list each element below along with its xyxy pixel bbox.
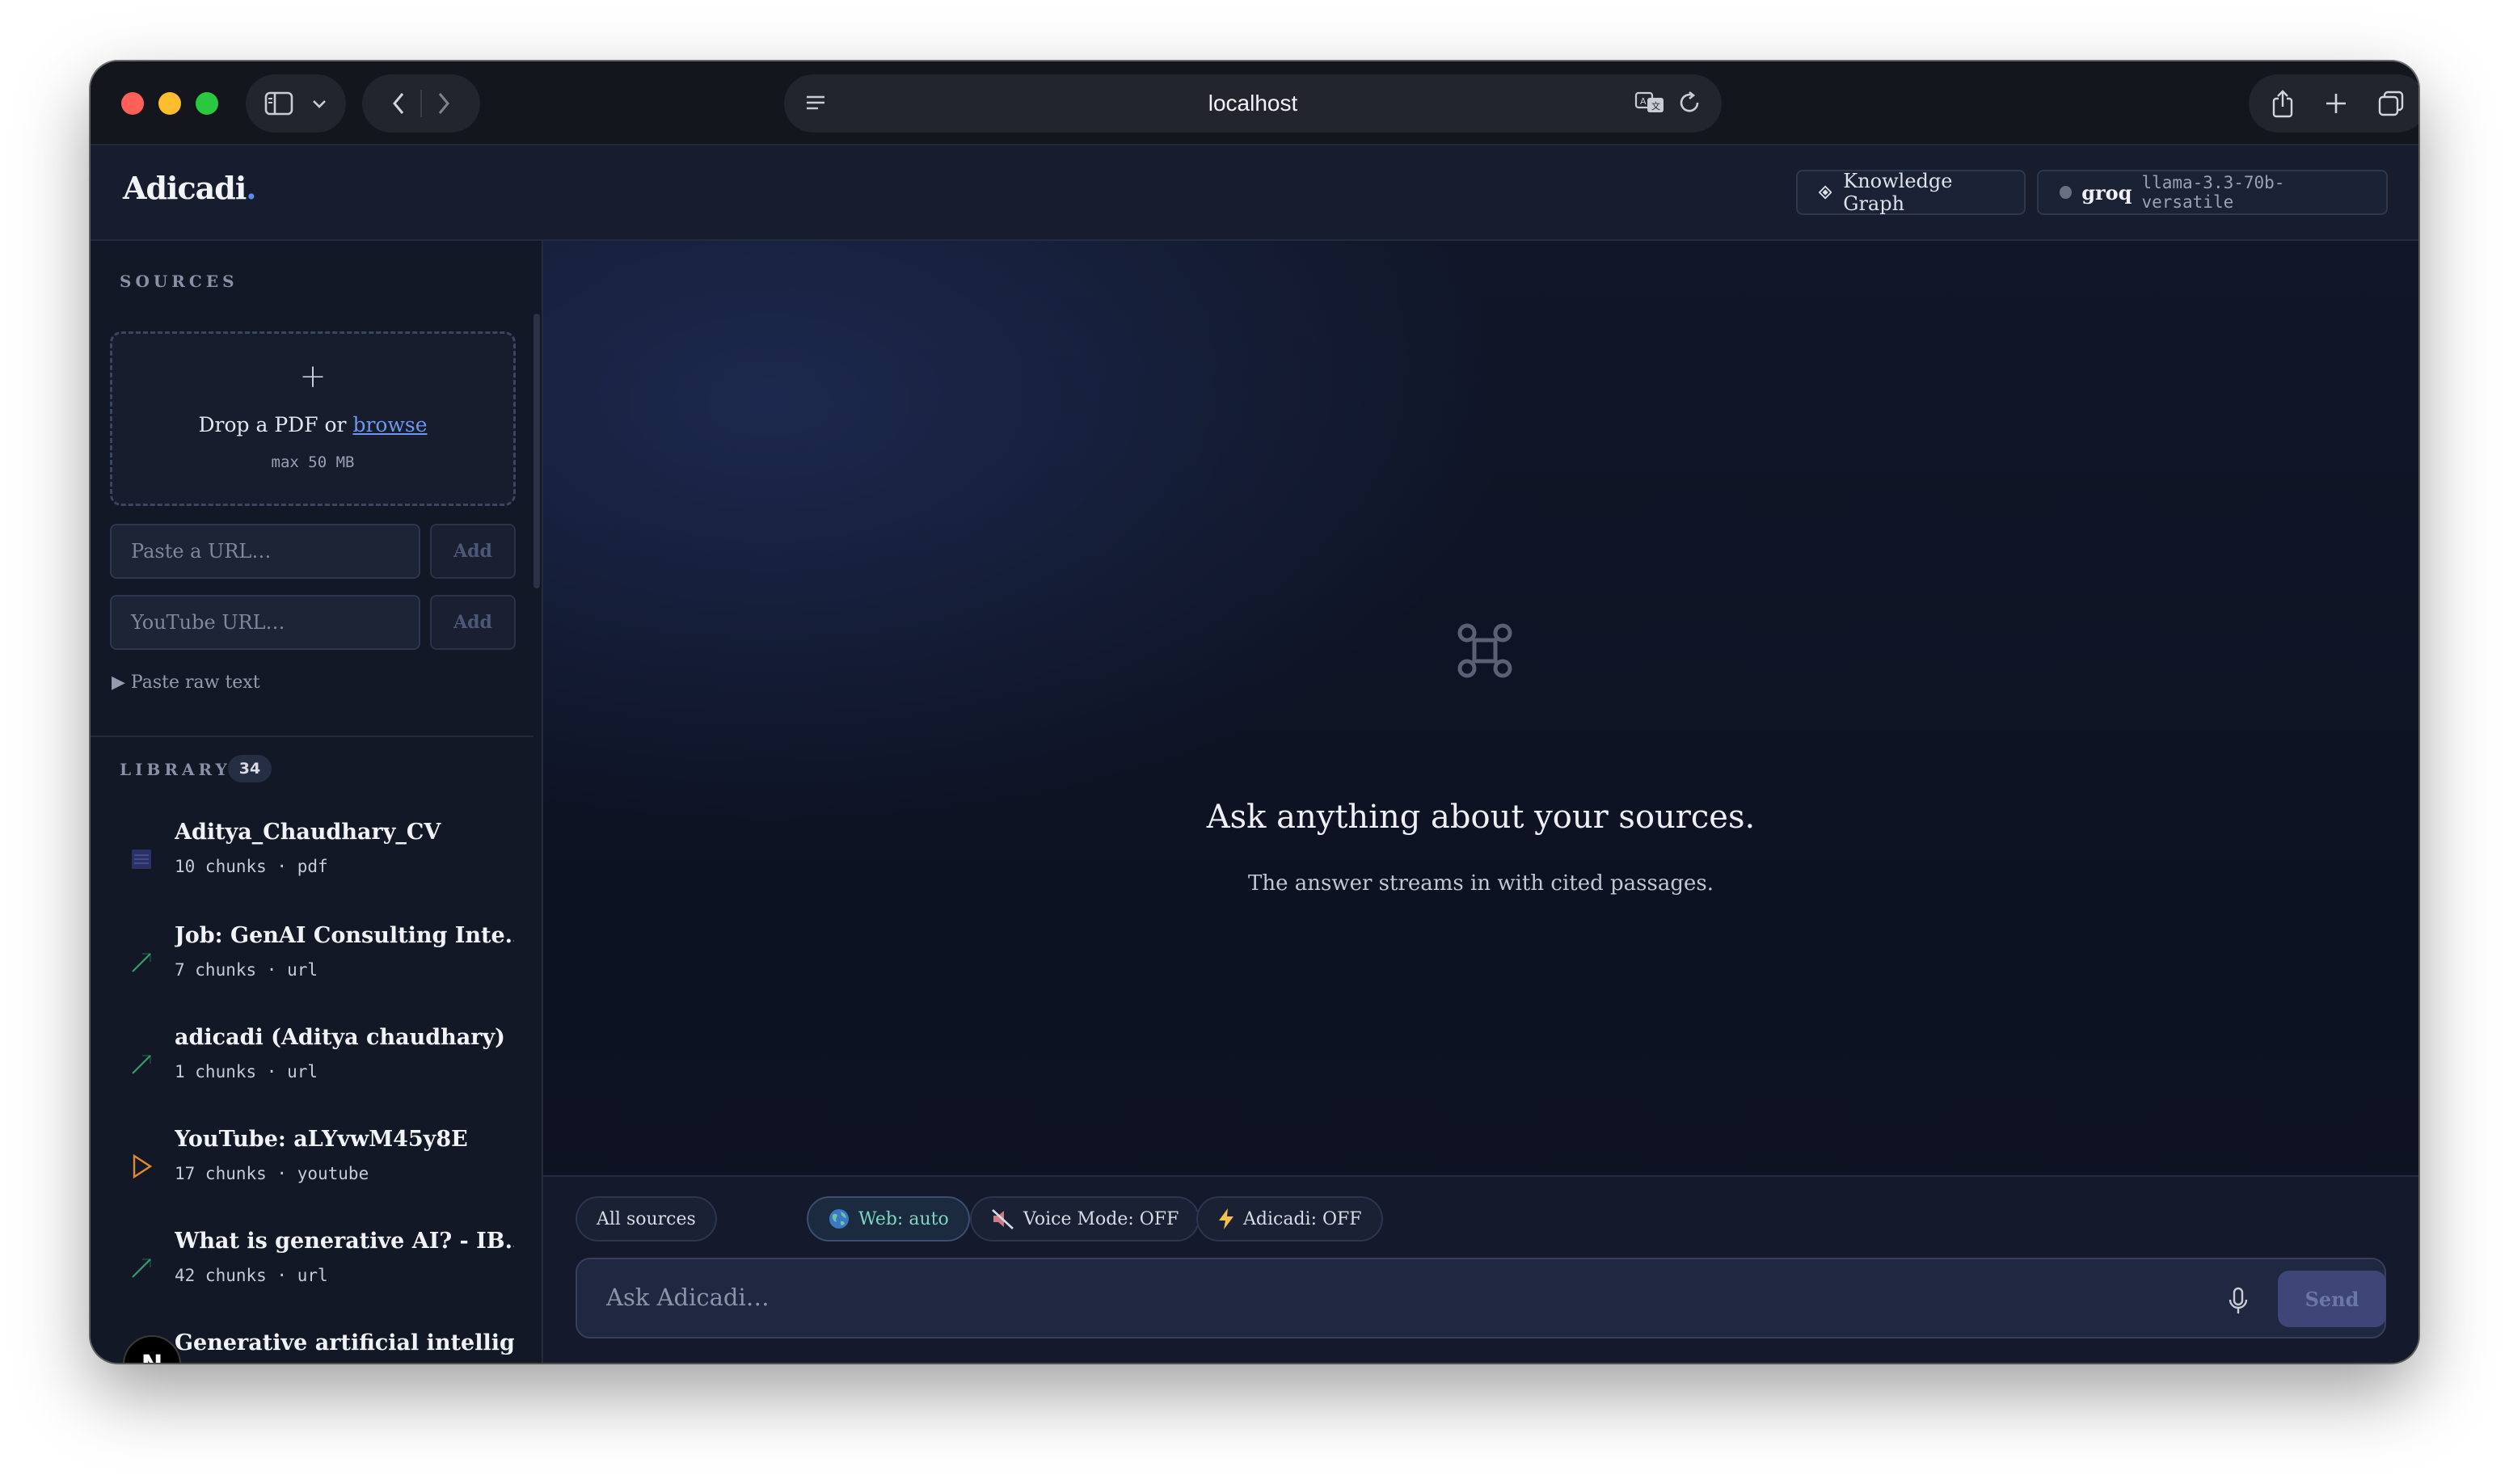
pdf-dropzone[interactable]: + Drop a PDF or browse max 50 MB xyxy=(110,331,516,506)
url-text: localhost xyxy=(1208,91,1298,116)
play-icon xyxy=(133,1153,153,1179)
library-item-meta: 7 chunks · url xyxy=(175,960,318,980)
ask-input[interactable]: Ask Adicadi… Send xyxy=(576,1258,2386,1339)
browser-toolbar: localhost A文 xyxy=(91,61,2418,145)
share-icon[interactable] xyxy=(2271,89,2295,118)
link-icon xyxy=(132,1055,151,1074)
link-icon xyxy=(132,953,151,972)
logo-text: Adicadi xyxy=(123,170,247,206)
library-item-title: Aditya_Chaudhary_CV xyxy=(175,820,441,845)
minimize-window-button[interactable] xyxy=(158,92,181,115)
maximize-window-button[interactable] xyxy=(196,92,218,115)
library-item[interactable]: Job: GenAI Consulting Inte… 7 chunks · u… xyxy=(120,923,524,1012)
add-url-button[interactable]: Add xyxy=(430,524,516,579)
link-icon xyxy=(132,1258,151,1278)
sources-sidebar: SOURCES + Drop a PDF or browse max 50 MB… xyxy=(91,241,543,1363)
library-item-meta: 17 chunks · youtube xyxy=(175,1164,369,1183)
file-size-limit: max 50 MB xyxy=(271,453,355,471)
voice-mode-label: Voice Mode: OFF xyxy=(1023,1208,1179,1229)
sidebar-divider xyxy=(91,736,533,737)
library-item-title: Generative artificial intellig… xyxy=(175,1330,514,1355)
web-mode-label: Web: auto xyxy=(858,1208,949,1229)
model-selector[interactable]: groq llama-3.3-70b-versatile xyxy=(2037,170,2388,215)
send-button[interactable]: Send xyxy=(2278,1271,2386,1327)
logo-dot: . xyxy=(246,170,256,206)
app-logo[interactable]: Adicadi. xyxy=(123,170,257,206)
model-status-dot xyxy=(2060,186,2073,199)
empty-state-title: Ask anything about your sources. xyxy=(1206,799,1756,836)
ask-placeholder: Ask Adicadi… xyxy=(606,1284,770,1311)
library-item-title: What is generative AI? - IB… xyxy=(175,1229,514,1254)
model-provider: groq xyxy=(2081,180,2132,204)
sidebar-toggle-button[interactable] xyxy=(246,74,346,133)
all-sources-chip[interactable]: All sources xyxy=(576,1196,717,1242)
library-item-title: Job: GenAI Consulting Inte… xyxy=(175,923,514,948)
svg-text:A: A xyxy=(1640,96,1647,107)
library-item[interactable]: YouTube: aLYvwM45y8E 17 chunks · youtube xyxy=(120,1127,524,1216)
tab-overview-icon[interactable] xyxy=(2377,90,2405,117)
add-youtube-button[interactable]: Add xyxy=(430,595,516,650)
close-window-button[interactable] xyxy=(121,92,144,115)
library-item-title: adicadi (Aditya chaudhary) … xyxy=(175,1025,514,1050)
youtube-url-input[interactable]: YouTube URL… xyxy=(110,595,420,650)
translate-icon[interactable]: A文 xyxy=(1634,90,1665,116)
library-item-meta: 10 chunks · pdf xyxy=(175,857,328,876)
back-icon[interactable] xyxy=(391,91,406,116)
plus-icon: + xyxy=(299,358,327,395)
sidebar-scrollbar[interactable] xyxy=(533,314,540,588)
adicadi-mode-chip[interactable]: Adicadi: OFF xyxy=(1196,1196,1383,1242)
new-tab-icon[interactable] xyxy=(2324,91,2348,116)
web-mode-chip[interactable]: Web: auto xyxy=(807,1196,970,1242)
lightning-icon xyxy=(1219,1208,1233,1229)
microphone-icon[interactable] xyxy=(2226,1287,2250,1316)
composer: All sources Web: auto Voice Mode: OFF Ad… xyxy=(543,1175,2418,1363)
nav-divider xyxy=(420,90,422,117)
empty-state-subtitle: The answer streams in with cited passage… xyxy=(1248,871,1714,896)
chevron-down-icon xyxy=(313,100,326,108)
page-menu-icon[interactable] xyxy=(803,91,828,115)
url-input[interactable]: Paste a URL… xyxy=(110,524,420,579)
chat-main: Ask anything about your sources. The ans… xyxy=(543,241,2418,1363)
svg-text:文: 文 xyxy=(1651,100,1660,112)
model-name: llama-3.3-70b-versatile xyxy=(2141,173,2285,212)
forward-icon[interactable] xyxy=(436,91,451,116)
sources-heading: SOURCES xyxy=(120,272,238,291)
paste-raw-text-toggle[interactable]: ▶ Paste raw text xyxy=(112,672,260,693)
library-heading: LIBRARY xyxy=(120,760,231,779)
reload-icon[interactable] xyxy=(1678,90,1702,116)
pdf-icon xyxy=(132,850,151,869)
browser-actions xyxy=(2249,74,2418,133)
library-item[interactable]: Aditya_Chaudhary_CV 10 chunks · pdf xyxy=(120,820,524,909)
library-item[interactable]: What is generative AI? - IB… 42 chunks ·… xyxy=(120,1229,524,1317)
library-item-meta: 1 chunks · url xyxy=(175,1062,318,1081)
knowledge-graph-button[interactable]: Knowledge Graph xyxy=(1796,170,2026,215)
address-bar[interactable]: localhost A文 xyxy=(784,74,1722,133)
voice-mode-chip[interactable]: Voice Mode: OFF xyxy=(970,1196,1200,1242)
library-item-meta: 42 chunks · url xyxy=(175,1266,328,1285)
adicadi-mode-label: Adicadi: OFF xyxy=(1243,1208,1362,1229)
all-sources-label: All sources xyxy=(597,1208,696,1229)
app-header: Adicadi. Knowledge Graph groq llama-3.3-… xyxy=(91,145,2418,241)
browse-link[interactable]: browse xyxy=(352,413,427,436)
knowledge-graph-label: Knowledge Graph xyxy=(1843,170,1953,215)
navigation-buttons xyxy=(362,74,480,133)
library-count-badge: 34 xyxy=(228,755,272,782)
command-icon xyxy=(1457,623,1512,678)
diamond-icon xyxy=(1819,185,1832,200)
browser-window: localhost A文 Adicadi. Knowledge Graph gr… xyxy=(91,61,2418,1363)
dropzone-prefix: Drop a PDF or xyxy=(198,413,353,436)
globe-icon xyxy=(829,1209,849,1229)
library-item[interactable]: adicadi (Aditya chaudhary) … 1 chunks · … xyxy=(120,1025,524,1114)
library-item-title: YouTube: aLYvwM45y8E xyxy=(175,1127,468,1152)
dropzone-text: Drop a PDF or browse xyxy=(112,413,513,436)
sidebar-icon xyxy=(264,91,293,116)
muted-speaker-icon xyxy=(992,1209,1014,1229)
